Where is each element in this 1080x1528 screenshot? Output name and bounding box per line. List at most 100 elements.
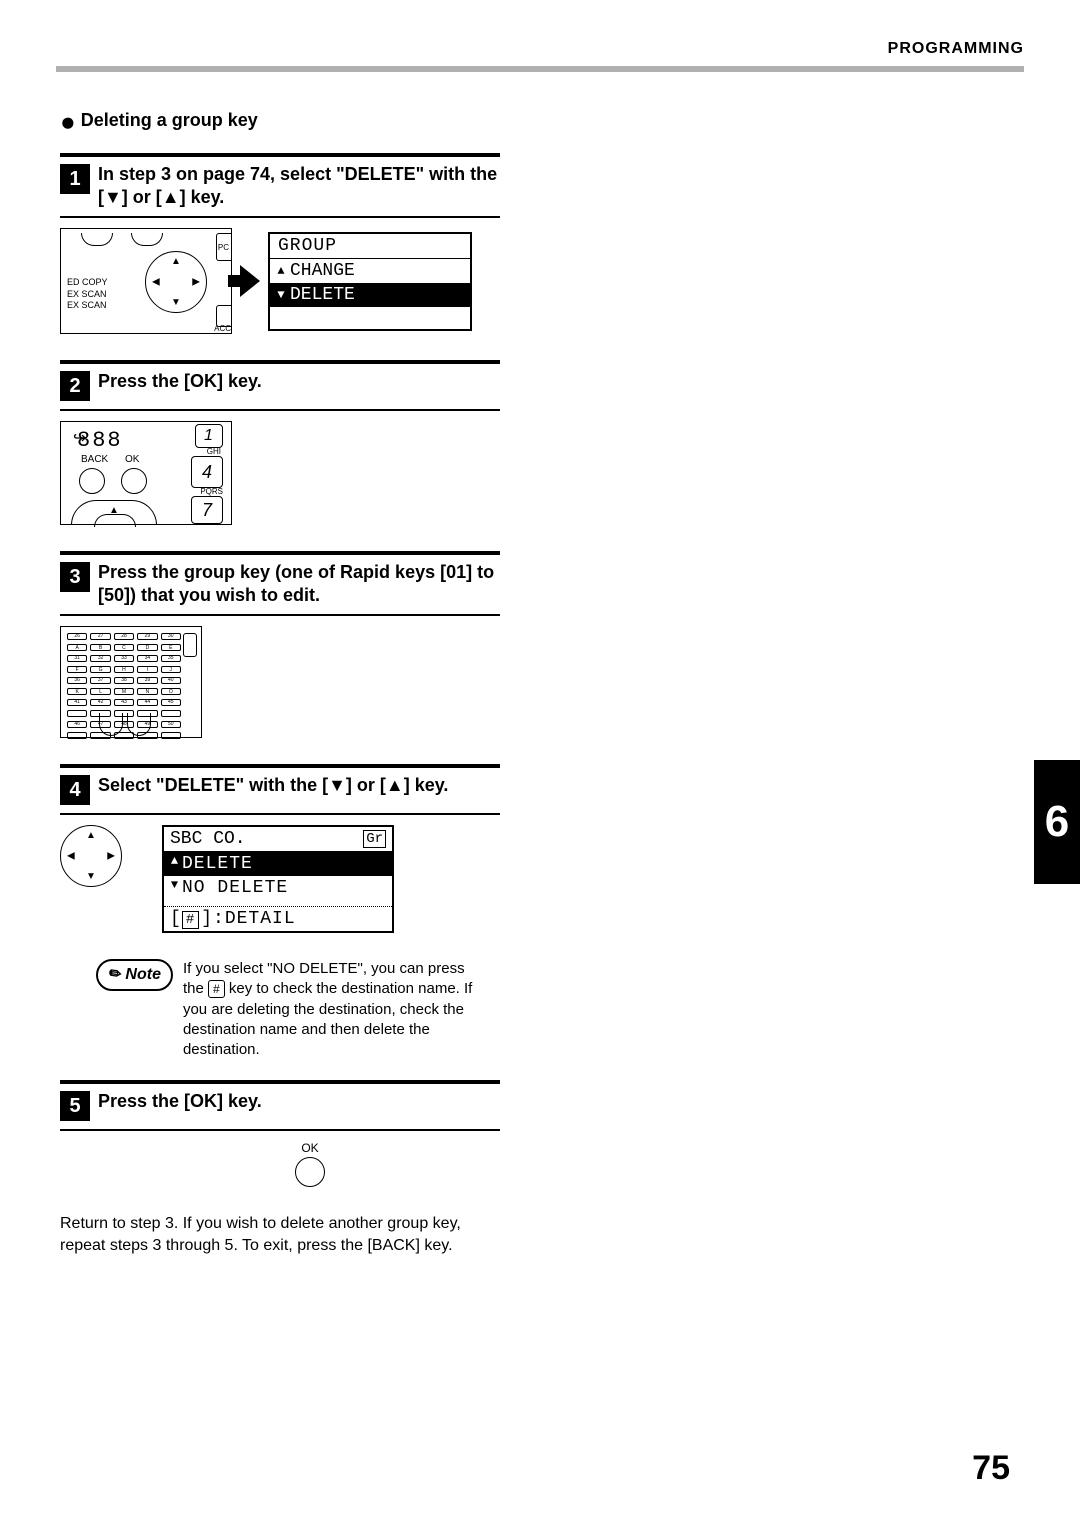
caret-up-icon: ▲ (274, 264, 288, 278)
step-3: 3 Press the group key (one of Rapid keys… (60, 551, 500, 738)
key-4: 4 (191, 456, 223, 488)
rapid-key-letter: L (90, 688, 110, 695)
rapid-key-letter: H (114, 666, 134, 673)
rapid-key-number: 26 (67, 633, 87, 640)
rapid-key-number: 50 (161, 721, 181, 728)
back-button-icon (79, 468, 105, 494)
rapid-key-number: 28 (114, 633, 134, 640)
rapid-key-number: 31 (67, 655, 87, 662)
rapid-key-letter: I (137, 666, 157, 673)
step-2-number: 2 (60, 371, 90, 401)
rapid-key-number: 38 (114, 677, 134, 684)
step-2: 2 Press the [OK] key. ↪ 888 BACK OK 1 GH… (60, 360, 500, 525)
chapter-tab: 6 (1034, 760, 1080, 884)
manual-page: PROGRAMMING ● Deleting a group key 1 In … (0, 0, 1080, 1528)
lcd2-item-nodelete: NO DELETE (182, 878, 288, 898)
caret-down-icon: ▼ (274, 288, 288, 302)
dpad-half-icon: ▲ (71, 500, 157, 525)
rapid-key-letter: N (137, 688, 157, 695)
group-badge: Gr (363, 830, 386, 848)
rapid-key-blank (161, 732, 181, 739)
rapid-key-number: 27 (90, 633, 110, 640)
rapid-key-blank (67, 732, 87, 739)
rapid-key-number: 40 (161, 677, 181, 684)
note-badge: ✎ Note (96, 959, 173, 991)
note-label: Note (125, 966, 161, 984)
rapid-key-letter: F (67, 666, 87, 673)
step-3-number: 3 (60, 562, 90, 592)
rapid-key-number: 32 (90, 655, 110, 662)
lcd2-foot: :DETAIL (213, 909, 296, 929)
page-number: 75 (972, 1449, 1010, 1488)
panel-small-acc: ACC (214, 324, 231, 333)
lcd-screen-2: SBC CO. Gr ▲ DELETE ▼ NO DELETE [#]:DETA… (162, 825, 394, 933)
step-3-text: Press the group key (one of Rapid keys [… (98, 561, 500, 606)
rapid-key-number: 35 (161, 655, 181, 662)
rapid-key-number: 46 (67, 721, 87, 728)
caret-down-icon: ▼ (168, 878, 182, 898)
panel-small-pc: PC (218, 243, 229, 252)
step-1-text: In step 3 on page 74, select "DELETE" wi… (98, 163, 500, 208)
rapid-key-letter: G (90, 666, 110, 673)
ok-button-icon (295, 1157, 325, 1187)
rapid-key-letter: J (161, 666, 181, 673)
dpad-icon: ▲ ▼ ◀ ▶ (60, 825, 122, 887)
lcd2-item-delete: DELETE (182, 854, 253, 874)
section-title: ● Deleting a group key (60, 110, 500, 131)
rapid-key-number: 45 (161, 699, 181, 706)
rapid-key-blank (67, 710, 87, 717)
panel-label-exscan1: EX SCAN (67, 289, 108, 301)
rapid-key-number: 34 (137, 655, 157, 662)
rapid-key-number: 41 (67, 699, 87, 706)
rapid-key-letter: E (161, 644, 181, 651)
rapid-key-letter: D (137, 644, 157, 651)
section-title-text: Deleting a group key (81, 110, 258, 130)
note-block: ✎ Note If you select "NO DELETE", you ca… (96, 959, 500, 1060)
panel-label-edcopy: ED COPY (67, 277, 108, 289)
bullet-icon: ● (60, 106, 76, 136)
rapid-key-letter: K (67, 688, 87, 695)
step-1: 1 In step 3 on page 74, select "DELETE" … (60, 153, 500, 334)
rapid-key-letter: A (67, 644, 87, 651)
rapid-keys-diagram: 2627282930ABCDE3132333435FGHIJ3637383940… (60, 626, 202, 738)
rapid-key-number: 42 (90, 699, 110, 706)
step-5-text: Press the [OK] key. (98, 1090, 262, 1113)
step-4: 4 Select "DELETE" with the [▼] or [▲] ke… (60, 764, 500, 933)
ok-panel-diagram: ↪ 888 BACK OK 1 GHI 4 PQRS 7 ▲ (60, 421, 232, 525)
rapid-key-number: 29 (137, 633, 157, 640)
lcd1-item-change: CHANGE (290, 261, 355, 281)
key-pqrs-label: PQRS (200, 487, 223, 496)
nav-panel-diagram: ▲ ▼ ◀ ▶ ED COPY EX SCAN EX SCAN PC ACC (60, 228, 232, 334)
ok-label: OK (120, 1141, 500, 1155)
rapid-key-number: 33 (114, 655, 134, 662)
rapid-key-number: 37 (90, 677, 110, 684)
ok-button-diagram: OK (120, 1141, 500, 1187)
key-ghi-label: GHI (207, 447, 221, 456)
arrow-right-icon (240, 265, 260, 297)
rapid-key-number: 44 (137, 699, 157, 706)
seven-seg-888: 888 (77, 428, 123, 453)
key-7: 7 (191, 496, 223, 524)
dpad-icon: ▲ ▼ ◀ ▶ (145, 251, 207, 313)
key-1: 1 (195, 424, 223, 448)
lcd2-title: SBC CO. (170, 829, 246, 849)
rapid-key-number: 39 (137, 677, 157, 684)
step-5-number: 5 (60, 1091, 90, 1121)
lcd1-item-delete: DELETE (290, 285, 355, 305)
section-header: PROGRAMMING (888, 40, 1024, 58)
note-text: If you select "NO DELETE", you can press… (183, 959, 483, 1060)
header-rule (56, 66, 1024, 72)
hash-key-icon: # (182, 911, 199, 929)
rapid-key-number: 43 (114, 699, 134, 706)
step-5: 5 Press the [OK] key. OK (60, 1080, 500, 1187)
back-label: BACK (81, 454, 108, 465)
left-column: ● Deleting a group key 1 In step 3 on pa… (60, 110, 500, 1256)
rapid-key-number: 36 (67, 677, 87, 684)
rapid-key-number: 30 (161, 633, 181, 640)
rapid-key-blank (161, 710, 181, 717)
panel-label-exscan2: EX SCAN (67, 300, 108, 312)
rapid-key-letter: C (114, 644, 134, 651)
step-1-number: 1 (60, 164, 90, 194)
lcd-screen-1: GROUP ▲ CHANGE ▼ DELETE (268, 232, 472, 331)
closing-paragraph: Return to step 3. If you wish to delete … (60, 1213, 500, 1256)
